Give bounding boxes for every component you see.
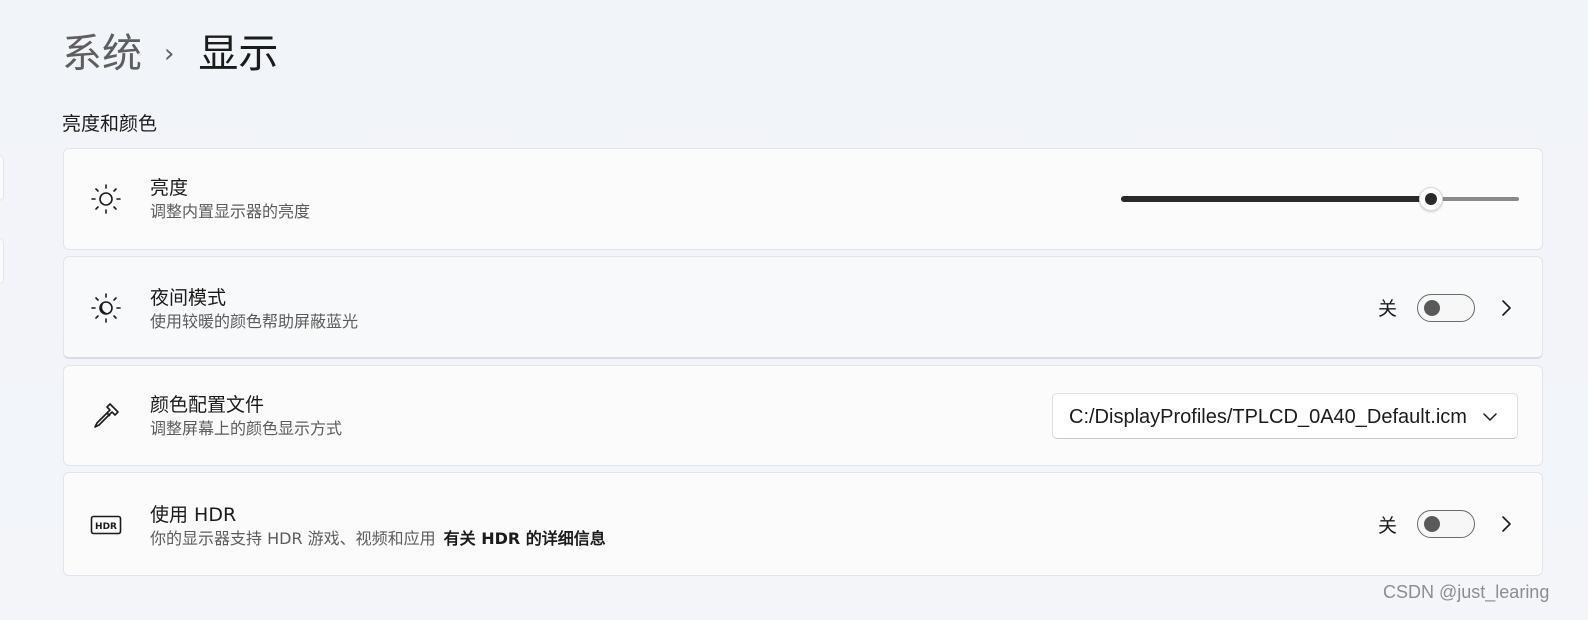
- chevron-right-icon[interactable]: [1496, 298, 1516, 318]
- sun-icon: [90, 183, 122, 215]
- hdr-icon: HDR: [90, 509, 122, 541]
- nav-edge-tab[interactable]: [0, 155, 4, 201]
- hdr-toggle[interactable]: [1417, 510, 1475, 538]
- chevron-right-icon[interactable]: [1496, 514, 1516, 534]
- color-profile-title: 颜色配置文件: [150, 394, 265, 416]
- chevron-down-icon: [1481, 408, 1499, 426]
- night-light-icon: [90, 292, 122, 324]
- slider-fill: [1121, 196, 1432, 202]
- toggle-knob: [1424, 300, 1440, 316]
- color-profile-card: 颜色配置文件 调整屏幕上的颜色显示方式 C:/DisplayProfiles/T…: [63, 365, 1543, 466]
- night-light-text: 夜间模式 使用较暖的颜色帮助屏蔽蓝光: [150, 285, 358, 333]
- hdr-info-link[interactable]: 有关 HDR 的详细信息: [444, 529, 606, 548]
- hdr-text: 使用 HDR 你的显示器支持 HDR 游戏、视频和应用 有关 HDR 的详细信息: [150, 502, 606, 550]
- nav-edge-tab[interactable]: [0, 238, 4, 284]
- night-light-card[interactable]: 夜间模式 使用较暖的颜色帮助屏蔽蓝光 关: [63, 256, 1543, 359]
- breadcrumb-parent-link[interactable]: 系统: [62, 28, 142, 80]
- color-profile-dropdown[interactable]: C:/DisplayProfiles/TPLCD_0A40_Default.ic…: [1052, 393, 1518, 439]
- night-light-toggle[interactable]: [1417, 294, 1475, 322]
- color-profile-subtitle: 调整屏幕上的颜色显示方式: [150, 419, 343, 438]
- breadcrumb: 系统 › 显示: [62, 28, 278, 80]
- hdr-subtitle-row: 你的显示器支持 HDR 游戏、视频和应用 有关 HDR 的详细信息: [150, 528, 606, 550]
- night-light-subtitle: 使用较暖的颜色帮助屏蔽蓝光: [150, 312, 359, 331]
- breadcrumb-separator-icon: ›: [164, 39, 175, 69]
- brightness-card: 亮度 调整内置显示器的亮度: [63, 148, 1543, 250]
- brightness-slider[interactable]: [1121, 187, 1519, 211]
- section-title: 亮度和颜色: [62, 113, 158, 135]
- toggle-knob: [1424, 516, 1440, 532]
- dropdown-value: C:/DisplayProfiles/TPLCD_0A40_Default.ic…: [1069, 406, 1467, 428]
- eyedropper-icon: [90, 400, 122, 432]
- night-light-state-label: 关: [1378, 298, 1398, 320]
- brightness-text: 亮度 调整内置显示器的亮度: [150, 175, 310, 223]
- brightness-title: 亮度: [150, 177, 189, 199]
- hdr-subtitle: 你的显示器支持 HDR 游戏、视频和应用: [150, 529, 436, 548]
- color-profile-text: 颜色配置文件 调整屏幕上的颜色显示方式: [150, 392, 342, 440]
- hdr-state-label: 关: [1378, 515, 1398, 537]
- watermark: CSDN @just_learing: [1383, 582, 1550, 602]
- hdr-title: 使用 HDR: [150, 504, 237, 526]
- page-title: 显示: [198, 31, 279, 77]
- brightness-subtitle: 调整内置显示器的亮度: [150, 202, 311, 221]
- hdr-card[interactable]: HDR 使用 HDR 你的显示器支持 HDR 游戏、视频和应用 有关 HDR 的详…: [63, 472, 1543, 576]
- slider-thumb[interactable]: [1419, 187, 1444, 211]
- night-light-title: 夜间模式: [150, 287, 227, 309]
- svg-text:HDR: HDR: [95, 522, 117, 532]
